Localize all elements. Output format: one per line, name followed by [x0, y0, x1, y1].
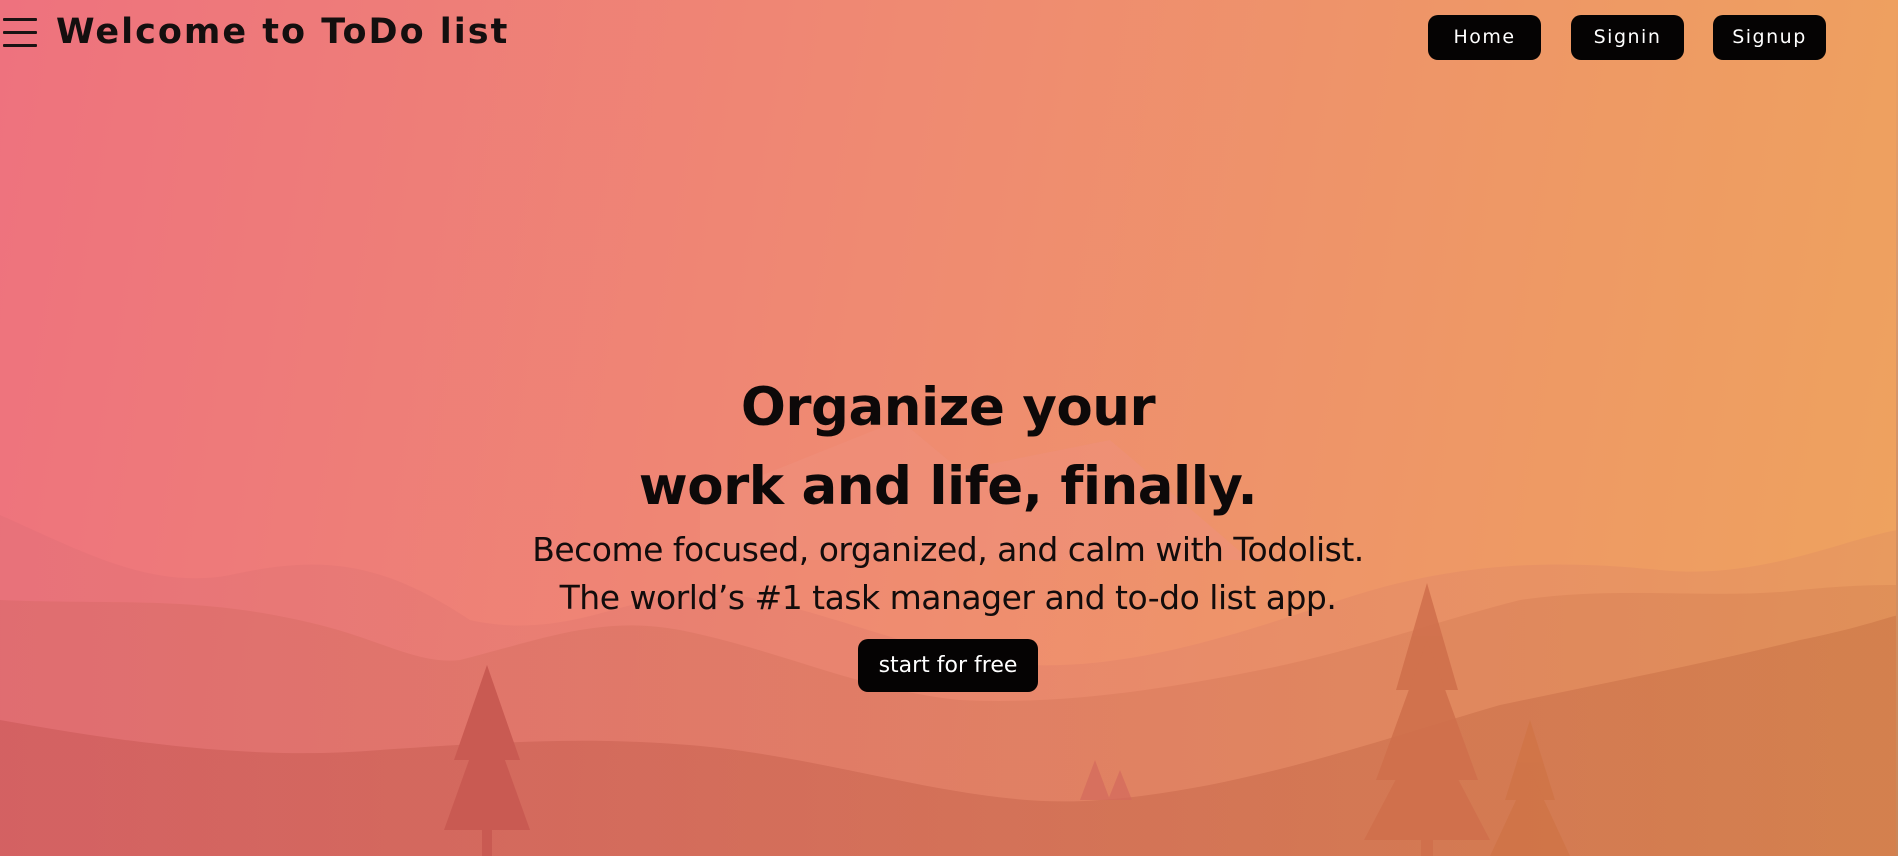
hero-subtitle-line-2: The world’s #1 task manager and to-do li… [559, 578, 1337, 617]
hero-headline-line-1: Organize your [740, 377, 1156, 438]
top-navbar: Welcome to ToDo list Home Signin Signup [0, 0, 1898, 70]
start-for-free-button[interactable]: start for free [858, 639, 1038, 692]
hamburger-menu-icon[interactable] [3, 16, 37, 50]
home-button[interactable]: Home [1428, 15, 1541, 60]
hero-section: Welcome to ToDo list Home Signin Signup … [0, 0, 1898, 856]
hero-headline: Organize your work and life, finally. [400, 368, 1496, 526]
signup-button[interactable]: Signup [1713, 15, 1826, 60]
hero-subtitle: Become focused, organized, and calm with… [400, 526, 1496, 622]
site-title: Welcome to ToDo list [56, 12, 510, 52]
signin-button[interactable]: Signin [1571, 15, 1684, 60]
hero-subtitle-line-1: Become focused, organized, and calm with… [532, 530, 1364, 569]
hero-content: Organize your work and life, finally. Be… [400, 368, 1496, 692]
hero-headline-line-2: work and life, finally. [638, 456, 1258, 517]
